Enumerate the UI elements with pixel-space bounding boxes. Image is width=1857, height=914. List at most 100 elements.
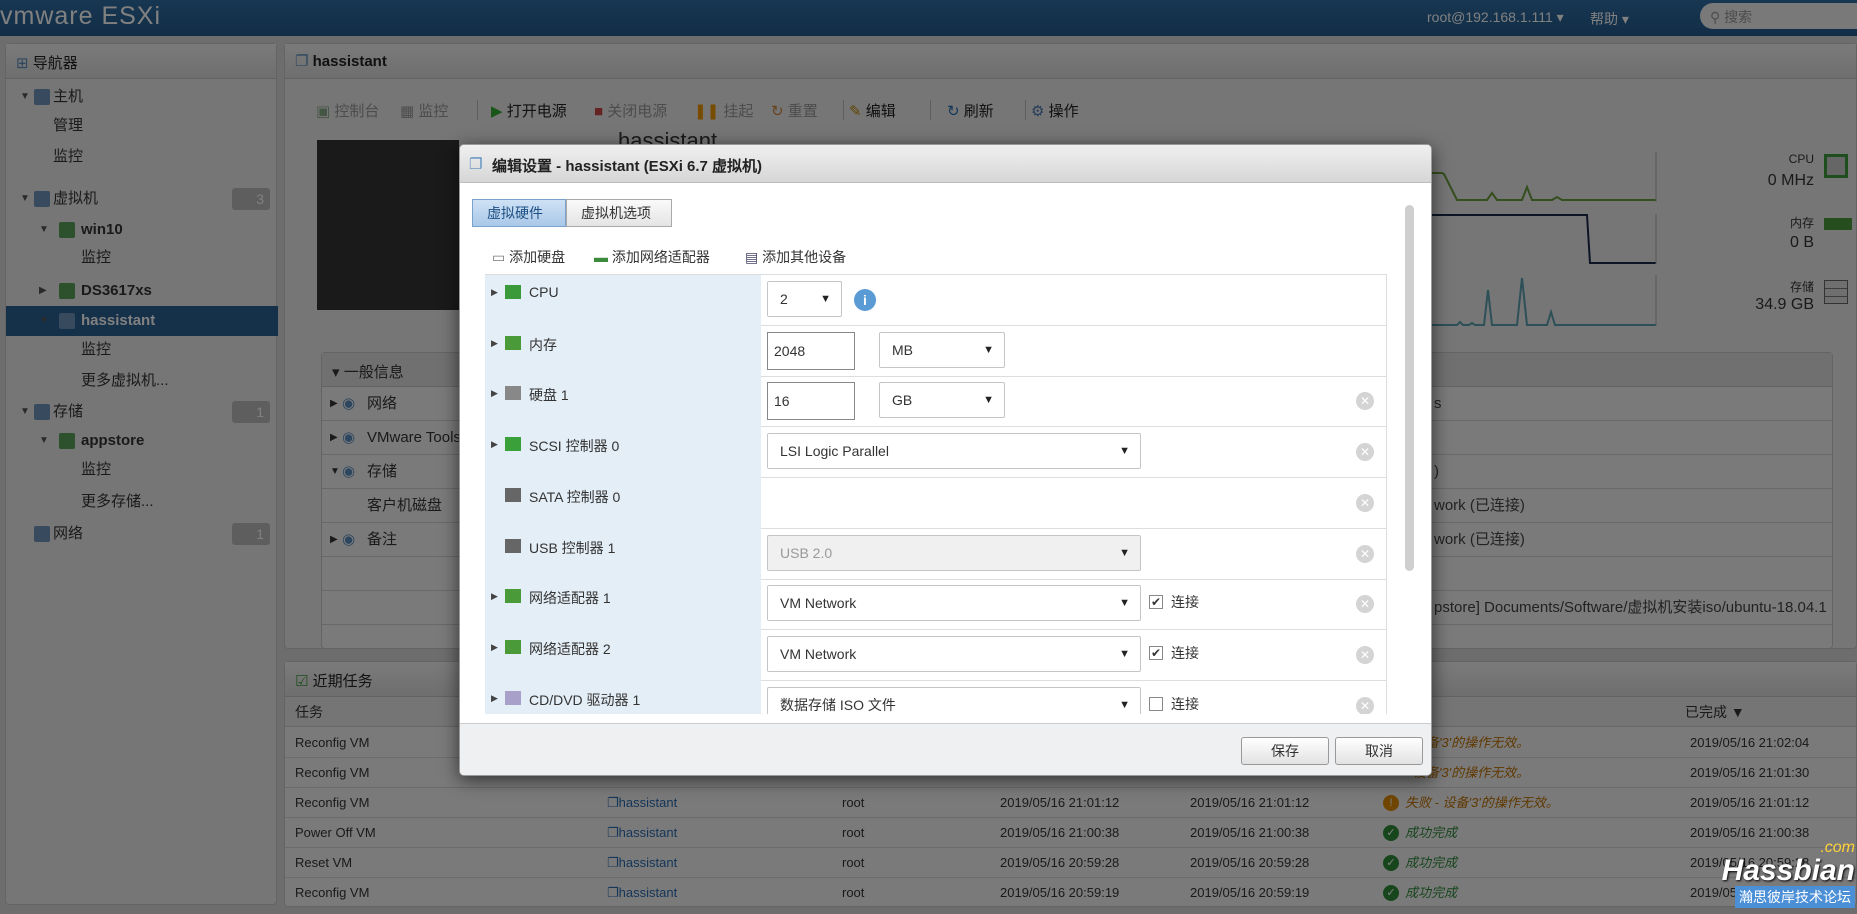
toolbar-monitor-button[interactable]: ▦ 监控: [400, 100, 448, 121]
expand-arrow-icon[interactable]: ▶: [491, 287, 498, 298]
dialog-scrollbar[interactable]: [1405, 205, 1414, 571]
task-row[interactable]: Reset VM ❐ hassistant root 2019/05/16 20:59…: [285, 848, 1857, 878]
cdrom-icon: [505, 690, 521, 705]
remove-device-icon[interactable]: ✕: [1356, 696, 1374, 714]
nav-item[interactable]: 更多存储...: [6, 487, 278, 517]
expand-arrow-icon[interactable]: ▼: [39, 426, 49, 456]
vm-usage-sparklines: [1432, 152, 1657, 326]
nav-item[interactable]: ▼ 存储 1: [6, 397, 278, 427]
toolbar-console-button[interactable]: ▣ 控制台: [316, 100, 379, 121]
expand-arrow-icon[interactable]: ▼: [39, 215, 49, 245]
task-row[interactable]: Power Off VM ❐ hassistant root 2019/05/16 2…: [285, 818, 1857, 848]
task-result: 失败 - 设备'3'的操作无效。: [1405, 795, 1559, 810]
nav-item[interactable]: ▼ 虚拟机 3: [6, 184, 278, 214]
expand-arrow-icon[interactable]: ▶: [491, 693, 498, 704]
info-row-value: pstore] Documents/Software/虚拟机安装iso/ubun…: [1434, 599, 1827, 616]
vm-console-thumbnail[interactable]: [317, 140, 459, 310]
task-result: 成功完成: [1405, 885, 1458, 900]
info-row-label: 存储: [367, 463, 398, 480]
add-hard-disk-button[interactable]: ▭ 添加硬盘: [492, 247, 565, 267]
connect-checkbox[interactable]: [1149, 696, 1163, 711]
expand-arrow-icon[interactable]: ▶: [491, 591, 498, 602]
memory-unit-select[interactable]: MB ▼: [879, 331, 1005, 368]
task-target-link[interactable]: ❐ hassistant: [607, 818, 677, 848]
nav-item-label: hassistant: [81, 312, 156, 329]
nic-select[interactable]: VM Network ▼: [767, 635, 1141, 672]
tab-vm-options[interactable]: 虚拟机选项: [566, 199, 672, 227]
task-row[interactable]: Reconfig VM ❐ hassistant root 2019/05/16 21…: [285, 788, 1857, 818]
nav-item[interactable]: 监控: [6, 243, 278, 273]
nav-item[interactable]: 管理: [6, 111, 278, 141]
task-target-link[interactable]: ❐ hassistant: [607, 878, 677, 908]
nav-item[interactable]: 监控: [6, 455, 278, 485]
memory-size-input[interactable]: 2048: [767, 331, 855, 370]
usb-select[interactable]: USB 2.0 ▼: [767, 534, 1141, 571]
add-other-device-button[interactable]: ▤ 添加其他设备: [745, 247, 846, 267]
cpu-select[interactable]: 2 ▼: [767, 281, 842, 317]
cdrom-select[interactable]: 数据存储 ISO 文件 ▼: [767, 686, 1141, 714]
remove-device-icon[interactable]: ✕: [1356, 443, 1374, 462]
expand-arrow-icon[interactable]: ▼: [20, 82, 30, 112]
cancel-button[interactable]: 取消: [1335, 737, 1423, 765]
nav-item-label: appstore: [81, 432, 145, 449]
nic-select[interactable]: VM Network ▼: [767, 585, 1141, 622]
hardware-row: ▶ CD/DVD 驱动器 1 数据存储 ISO 文件 ▼ 连接 ✕: [485, 680, 1387, 714]
chevron-down-icon: ▼: [983, 394, 994, 407]
toolbar-edit-button[interactable]: ✎ 编辑: [849, 100, 896, 121]
add-network-adapter-button[interactable]: ▬ 添加网络适配器: [594, 247, 710, 267]
nav-item[interactable]: 监控: [6, 335, 278, 365]
disk-unit-select[interactable]: GB ▼: [879, 382, 1005, 419]
task-target-link[interactable]: ❐ hassistant: [607, 788, 677, 818]
expand-arrow-icon[interactable]: ▶: [491, 439, 498, 450]
search-input[interactable]: ⚲ 搜索: [1700, 3, 1857, 29]
toolbar-power-on-button[interactable]: ▶ 打开电源: [491, 100, 567, 121]
expand-arrow-icon[interactable]: ▼: [330, 455, 340, 489]
expand-arrow-icon[interactable]: ▶: [491, 388, 498, 399]
collapse-arrow-icon[interactable]: ▶: [330, 387, 338, 421]
collapse-arrow-icon[interactable]: ▶: [39, 276, 47, 306]
expand-arrow-icon[interactable]: ▼: [20, 397, 30, 427]
connect-checkbox[interactable]: ✔: [1149, 645, 1163, 660]
connect-checkbox[interactable]: ✔: [1149, 595, 1163, 610]
collapse-arrow-icon[interactable]: ▶: [330, 421, 338, 455]
toolbar-reset-button[interactable]: ↻ 重置: [771, 100, 818, 121]
user-menu[interactable]: root@192.168.1.111 ▾: [1427, 9, 1564, 26]
expand-arrow-icon[interactable]: ▶: [491, 642, 498, 653]
memory-value: 0 B: [1789, 234, 1814, 251]
disk-size-input[interactable]: 16: [767, 382, 855, 421]
nav-item[interactable]: ▼ win10: [6, 215, 278, 245]
toolbar-suspend-button[interactable]: ❚❚ 挂起: [694, 100, 753, 121]
dialog-title-bar[interactable]: ❐ 编辑设置 - hassistant (ESXi 6.7 虚拟机): [460, 145, 1431, 183]
nav-item[interactable]: 更多虚拟机...: [6, 366, 278, 396]
hardware-label: 硬盘 1: [529, 387, 569, 404]
col-completed[interactable]: 已完成 ▼: [1685, 697, 1745, 727]
remove-device-icon[interactable]: ✕: [1356, 645, 1374, 664]
toolbar-power-off-button[interactable]: ■ 关闭电源: [594, 100, 667, 121]
expand-arrow-icon[interactable]: ▼: [39, 306, 49, 336]
col-task[interactable]: 任务: [295, 697, 323, 727]
collapse-arrow-icon[interactable]: ▶: [330, 523, 338, 557]
help-menu[interactable]: 帮助 ▾: [1590, 9, 1629, 29]
remove-device-icon[interactable]: ✕: [1356, 493, 1374, 512]
save-button[interactable]: 保存: [1241, 737, 1329, 765]
remove-device-icon[interactable]: ✕: [1356, 392, 1374, 411]
task-name: Reconfig VM: [295, 765, 370, 780]
nav-item[interactable]: 监控: [6, 142, 278, 172]
task-target-link[interactable]: ❐ hassistant: [607, 848, 677, 878]
nav-item[interactable]: ▼ 主机: [6, 82, 278, 112]
toolbar-refresh-button[interactable]: ↻ 刷新: [947, 100, 994, 121]
info-icon[interactable]: i: [854, 289, 876, 311]
nav-item[interactable]: ▼ hassistant: [6, 306, 278, 336]
navigator-icon: ⊞: [16, 55, 33, 72]
expand-arrow-icon[interactable]: ▼: [20, 184, 30, 214]
nav-item[interactable]: ▶ DS3617xs: [6, 276, 278, 306]
task-row[interactable]: Reconfig VM ❐ hassistant root 2019/05/16 20…: [285, 878, 1857, 908]
nav-item[interactable]: ▼ appstore: [6, 426, 278, 456]
remove-device-icon[interactable]: ✕: [1356, 544, 1374, 563]
toolbar-actions-gear-button[interactable]: ⚙ 操作: [1031, 100, 1079, 121]
nav-item[interactable]: 网络 1: [6, 519, 278, 549]
tab-virtual-hardware[interactable]: 虚拟硬件: [472, 199, 566, 227]
scsi-select[interactable]: LSI Logic Parallel ▼: [767, 433, 1141, 470]
remove-device-icon[interactable]: ✕: [1356, 595, 1374, 614]
expand-arrow-icon[interactable]: ▶: [491, 338, 498, 349]
